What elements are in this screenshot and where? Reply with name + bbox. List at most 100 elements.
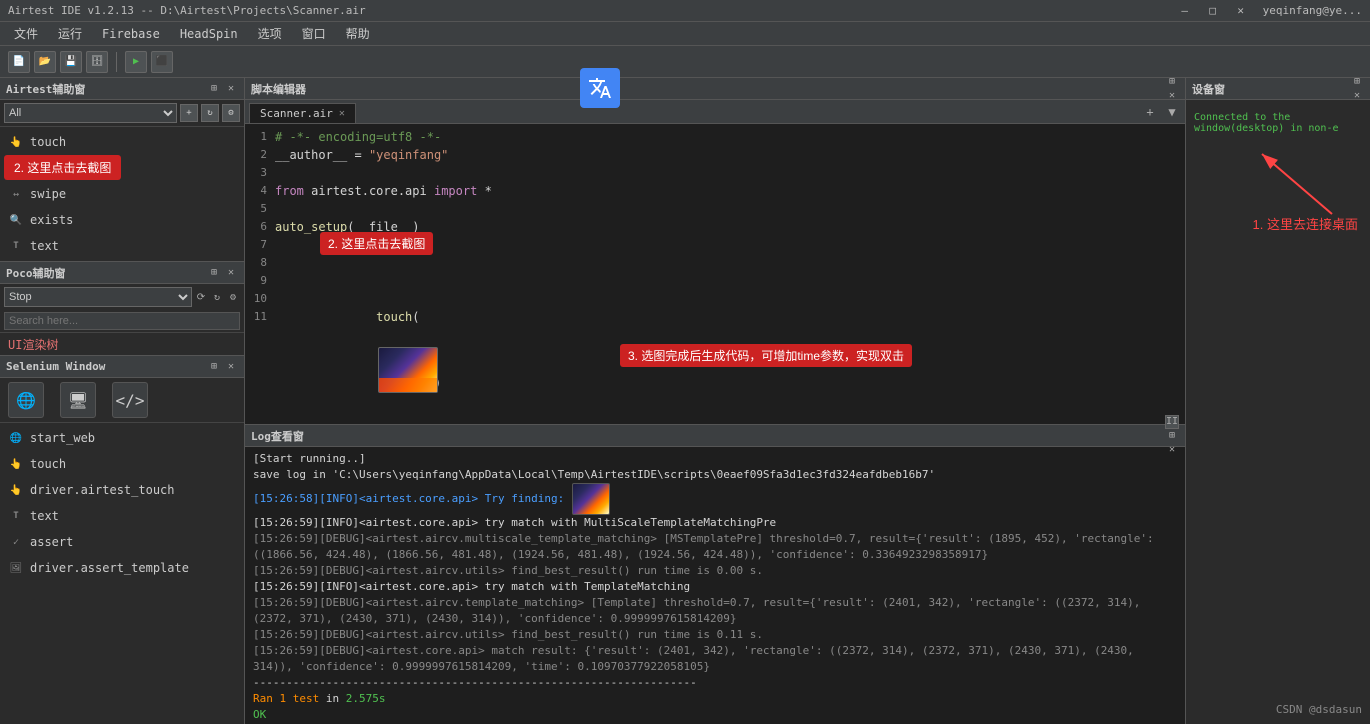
driver-assert-label: driver.assert_template bbox=[30, 561, 189, 575]
menu-help[interactable]: 帮助 bbox=[336, 23, 380, 44]
text-icon: T bbox=[8, 238, 24, 254]
swipe-label: swipe bbox=[30, 187, 66, 201]
open-button[interactable]: 📂 bbox=[34, 51, 56, 73]
poco-refresh-btn[interactable]: ↻ bbox=[210, 290, 224, 304]
menu-headspin[interactable]: HeadSpin bbox=[170, 25, 248, 43]
log-line-4: [15:26:59][INFO]<airtest.core.api> try m… bbox=[253, 515, 1177, 531]
log-sep: ----------------------------------------… bbox=[253, 675, 1177, 691]
airtest-close-btn[interactable]: ✕ bbox=[224, 82, 238, 96]
selenium-panel: Selenium Window ⊞ ✕ 🌐 🖥 </> 🌐 start_web bbox=[0, 356, 244, 583]
airtest-item-touch[interactable]: 👆 touch bbox=[0, 129, 244, 155]
poco-search-input[interactable] bbox=[4, 312, 240, 330]
poco-settings-btn[interactable]: ⚙ bbox=[226, 290, 240, 304]
airtest-refresh-btn[interactable]: ↻ bbox=[201, 104, 219, 122]
main-layout: Airtest辅助窗 ⊞ ✕ All + ↻ ⚙ 👆 bbox=[0, 78, 1370, 724]
device-annotation-area: 1. 这里去连接桌面 bbox=[1194, 214, 1362, 233]
assert-label: assert bbox=[30, 535, 73, 549]
tab-menu-btn[interactable]: ▼ bbox=[1163, 103, 1181, 121]
stop-button[interactable]: ⬛ bbox=[151, 51, 173, 73]
editor-header: 脚本编辑器 ⊞ ✕ bbox=[245, 78, 1185, 100]
sel-text-label: text bbox=[30, 509, 59, 523]
log-line-7: [15:26:59][INFO]<airtest.core.api> try m… bbox=[253, 579, 1177, 595]
selenium-item-driver-assert[interactable]: 🖼 driver.assert_template bbox=[0, 555, 244, 581]
code-area[interactable]: 1 # -*- encoding=utf8 -*- 2 __author__ =… bbox=[245, 124, 1185, 424]
log-line-2: save log in 'C:\Users\yeqinfang\AppData\… bbox=[253, 467, 1177, 483]
poco-float-btn[interactable]: ⊞ bbox=[207, 266, 221, 280]
new-button[interactable]: 📄 bbox=[8, 51, 30, 73]
airtest-panel-title: Airtest辅助窗 bbox=[6, 81, 207, 97]
selenium-globe-btn[interactable]: 🌐 bbox=[8, 382, 44, 418]
anno1-arrow bbox=[1232, 144, 1352, 224]
tab-label: Scanner.air bbox=[260, 107, 333, 120]
poco-search-bar bbox=[0, 310, 244, 333]
selenium-close-btn[interactable]: ✕ bbox=[224, 360, 238, 374]
menu-window[interactable]: 窗口 bbox=[292, 23, 336, 44]
save-button[interactable]: 💾 bbox=[60, 51, 82, 73]
menu-options[interactable]: 选项 bbox=[248, 23, 292, 44]
selenium-touch-icon: 👆 bbox=[8, 456, 24, 472]
airtest-add-btn[interactable]: + bbox=[180, 104, 198, 122]
selenium-item-assert[interactable]: ✓ assert bbox=[0, 529, 244, 555]
menu-firebase[interactable]: Firebase bbox=[92, 25, 170, 43]
log-ran: Ran 1 test in 2.575s bbox=[253, 691, 1177, 707]
text-label: text bbox=[30, 239, 59, 253]
editor-annotation-screenshot: 2. 这里点击去截图 bbox=[320, 232, 433, 255]
poco-controls: Stop ⟳ ↻ ⚙ bbox=[0, 284, 244, 310]
titlebar: Airtest IDE v1.2.13 -- D:\Airtest\Projec… bbox=[0, 0, 1370, 22]
selenium-code-btn[interactable]: </> bbox=[112, 382, 148, 418]
menu-run[interactable]: 运行 bbox=[48, 23, 92, 44]
code-line-9: 9 bbox=[245, 272, 1185, 290]
airtest-float-btn[interactable]: ⊞ bbox=[207, 82, 221, 96]
device-float-btn[interactable]: ⊞ bbox=[1350, 75, 1364, 89]
run-button[interactable]: ▶ bbox=[125, 51, 147, 73]
selenium-item-driver-touch[interactable]: 👆 driver.airtest_touch bbox=[0, 477, 244, 503]
airtest-list: 👆 touch 2. 这里点击去截图 ⏱ wait ↔ swipe bbox=[0, 127, 244, 261]
poco-tree-item[interactable]: UI渲染树 bbox=[0, 333, 244, 355]
save-all-button[interactable]: 🗄 bbox=[86, 51, 108, 73]
selenium-item-touch[interactable]: 👆 touch bbox=[0, 451, 244, 477]
poco-connect-btn[interactable]: ⟳ bbox=[194, 290, 208, 304]
menu-file[interactable]: 文件 bbox=[4, 23, 48, 44]
poco-close-btn[interactable]: ✕ bbox=[224, 266, 238, 280]
exists-icon: 🔍 bbox=[8, 212, 24, 228]
editor-float-btn[interactable]: ⊞ bbox=[1165, 75, 1179, 89]
device-content: Connected to the window(desktop) in non-… bbox=[1186, 100, 1370, 724]
log-line-6: [15:26:59][DEBUG]<airtest.aircv.utils> f… bbox=[253, 563, 1177, 579]
touch-label: touch bbox=[30, 135, 66, 149]
tab-bar: Scanner.air ✕ + ▼ bbox=[245, 100, 1185, 124]
minimize-btn[interactable]: — bbox=[1171, 0, 1199, 22]
maximize-btn[interactable]: □ bbox=[1199, 0, 1227, 22]
tab-close-btn[interactable]: ✕ bbox=[339, 108, 345, 119]
poco-stop-select[interactable]: Stop bbox=[4, 287, 192, 307]
selenium-float-btn[interactable]: ⊞ bbox=[207, 360, 221, 374]
airtest-filter-select[interactable]: All bbox=[4, 103, 177, 123]
airtest-panel: Airtest辅助窗 ⊞ ✕ All + ↻ ⚙ 👆 bbox=[0, 78, 244, 262]
translate-button[interactable] bbox=[580, 68, 620, 108]
editor-annotation-code: 3. 选图完成后生成代码，可增加time参数，实现双击 bbox=[620, 344, 912, 367]
device-header: 设备窗 ⊞ ✕ bbox=[1186, 78, 1370, 100]
log-float-btn[interactable]: ⊞ bbox=[1165, 429, 1179, 443]
selenium-monitor-btn[interactable]: 🖥 bbox=[60, 382, 96, 418]
log-content[interactable]: [Start running..] save log in 'C:\Users\… bbox=[245, 447, 1185, 724]
poco-panel-header: Poco辅助窗 ⊞ ✕ bbox=[0, 262, 244, 284]
device-status: Connected to the window(desktop) in non-… bbox=[1194, 112, 1362, 134]
airtest-item-swipe[interactable]: ↔ swipe bbox=[0, 181, 244, 207]
code-line-1: 1 # -*- encoding=utf8 -*- bbox=[245, 128, 1185, 146]
tab-scanner[interactable]: Scanner.air ✕ bbox=[249, 103, 356, 123]
device-title: 设备窗 bbox=[1192, 81, 1350, 97]
code-line-4: 4 from airtest.core.api import * bbox=[245, 182, 1185, 200]
start-web-label: start_web bbox=[30, 431, 95, 445]
close-btn[interactable]: ✕ bbox=[1227, 0, 1255, 22]
swipe-icon: ↔ bbox=[8, 186, 24, 202]
airtest-item-exists[interactable]: 🔍 exists bbox=[0, 207, 244, 233]
start-web-icon: 🌐 bbox=[8, 430, 24, 446]
annotation-click-screenshot: 2. 这里点击去截图 bbox=[4, 155, 121, 180]
selenium-item-start-web[interactable]: 🌐 start_web bbox=[0, 425, 244, 451]
log-line-1: [Start running..] bbox=[253, 451, 1177, 467]
log-line-9: [15:26:59][DEBUG]<airtest.aircv.utils> f… bbox=[253, 627, 1177, 643]
tab-add-btn[interactable]: + bbox=[1141, 103, 1159, 121]
airtest-settings-btn[interactable]: ⚙ bbox=[222, 104, 240, 122]
airtest-item-text[interactable]: T text bbox=[0, 233, 244, 259]
selenium-panel-header: Selenium Window ⊞ ✕ bbox=[0, 356, 244, 378]
selenium-item-text[interactable]: T text bbox=[0, 503, 244, 529]
